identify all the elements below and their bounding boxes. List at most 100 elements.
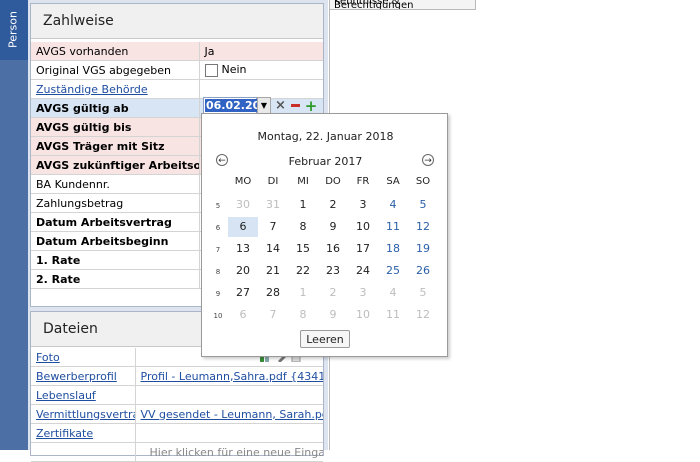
zahlweise-row-label: Datum Arbeitsvertrag	[31, 212, 200, 232]
calendar-day[interactable]: 5	[408, 195, 438, 215]
zahlweise-title: Zahlweise	[43, 13, 114, 29]
dateien-table: Foto Bewerberprofil Profil - Leumann,Sahra…	[31, 348, 323, 462]
calendar-day[interactable]: 13	[228, 239, 258, 259]
calendar-day[interactable]: 2	[318, 195, 348, 215]
calendar-day[interactable]: 3	[348, 195, 378, 215]
zahlweise-row-label: 1. Rate	[31, 250, 200, 270]
add-button[interactable]: +	[304, 96, 318, 115]
zahlweise-row-label[interactable]: Zuständige Behörde	[31, 79, 200, 99]
calendar-day[interactable]: 10	[348, 217, 378, 237]
calendar-day[interactable]: 24	[348, 261, 378, 281]
zahlweise-row-value[interactable]: Ja	[199, 42, 323, 61]
checkbox[interactable]	[204, 63, 218, 77]
calendar-day[interactable]: 6	[228, 305, 258, 325]
calendar-day[interactable]: 20	[228, 261, 258, 281]
calendar-day[interactable]: 17	[348, 239, 378, 259]
clear-date-button[interactable]: ×	[274, 97, 287, 114]
file-row[interactable]: Zertifikate	[31, 423, 323, 443]
calendar-day[interactable]: 2	[318, 283, 348, 303]
calendar-day[interactable]: 5	[408, 283, 438, 303]
calendar-day[interactable]: 4	[378, 195, 408, 215]
calendar-day[interactable]: 21	[258, 261, 288, 281]
file-row[interactable]: VermittlungsvertragVV gesendet - Leumann…	[31, 404, 323, 424]
calendar-day[interactable]: 1	[288, 283, 318, 303]
calendar-day[interactable]: 14	[258, 239, 288, 259]
calendar-day[interactable]: 9	[318, 305, 348, 325]
week-number: 9	[215, 290, 221, 298]
close-icon: ×	[275, 98, 286, 113]
file-row-value[interactable]	[135, 423, 323, 443]
zahlweise-row-label: AVGS gültig bis	[31, 117, 200, 137]
calendar-day[interactable]: 4	[378, 283, 408, 303]
sidebar	[0, 0, 28, 450]
calendar-day[interactable]: 7	[258, 305, 288, 325]
zahlweise-row-label: Datum Arbeitsbeginn	[31, 231, 200, 251]
zahlweise-row[interactable]: Original VGS abgegeben Nein	[31, 60, 323, 80]
calendar-day[interactable]: 15	[288, 239, 318, 259]
tab-kenntnisse-berechtigungen[interactable]: Kenntnisse & Berechtigungen	[329, 0, 476, 10]
zahlweise-row-label: AVGS Träger mit Sitz	[31, 136, 200, 156]
checkbox-label: Nein	[221, 63, 247, 77]
week-number: 8	[215, 268, 221, 276]
calendar-day[interactable]: 3	[348, 283, 378, 303]
calendar-day[interactable]: 11	[378, 217, 408, 237]
file-row-value[interactable]	[135, 385, 323, 405]
zahlweise-row-label: AVGS gültig ab	[31, 98, 200, 118]
calendar-day[interactable]: 22	[288, 261, 318, 281]
file-row-label[interactable]: Vermittlungsvertrag	[31, 404, 136, 424]
calendar-day[interactable]: 11	[378, 305, 408, 325]
zahlweise-row-label: 2. Rate	[31, 269, 200, 289]
calendar-day[interactable]: 25	[378, 261, 408, 281]
week-number: 7	[215, 246, 221, 254]
file-row-label[interactable]: Zertifikate	[31, 423, 136, 443]
calendar-day[interactable]: 28	[258, 283, 288, 303]
week-number: 10	[213, 312, 223, 320]
calendar-day[interactable]: 31	[258, 195, 288, 215]
file-row-label[interactable]	[31, 442, 136, 462]
file-row-value[interactable]: VV gesendet - Leumann, Sarah.pd...	[135, 404, 323, 424]
calendar-day[interactable]: 30	[228, 195, 258, 215]
zahlweise-row[interactable]: Zuständige Behörde	[31, 79, 323, 99]
calendar-day[interactable]: 18	[378, 239, 408, 259]
calendar-day[interactable]: 16	[318, 239, 348, 259]
file-row[interactable]: Bewerberprofil Profil - Leumann,Sahra.pdf…	[31, 366, 323, 386]
file-row[interactable]: Hier klicken für eine neue Eingabe	[31, 442, 323, 462]
calendar-day[interactable]: 8	[288, 217, 318, 237]
dateien-title: Dateien	[43, 321, 98, 337]
calendar-day[interactable]: 12	[408, 217, 438, 237]
file-row-label[interactable]: Bewerberprofil	[31, 366, 136, 386]
zahlweise-row[interactable]: AVGS vorhanden Ja	[31, 42, 323, 61]
calendar-day[interactable]: 7	[258, 217, 288, 237]
value-text: Ja	[204, 44, 215, 58]
calendar-day[interactable]: 26	[408, 261, 438, 281]
weekday-header: SO	[415, 176, 431, 187]
calendar-day[interactable]: 9	[318, 217, 348, 237]
calendar-day[interactable]: 23	[318, 261, 348, 281]
minus-icon	[291, 104, 300, 107]
zahlweise-row-label: Zahlungsbetrag	[31, 193, 200, 213]
calendar-day[interactable]: 6	[228, 217, 258, 237]
file-row-value[interactable]: Hier klicken für eine neue Eingabe	[135, 442, 323, 462]
weekday-header: DI	[267, 176, 279, 187]
file-row-value[interactable]: Profil - Leumann,Sahra.pdf {43418}	[135, 366, 323, 386]
calendar-day[interactable]: 12	[408, 305, 438, 325]
remove-button[interactable]	[289, 97, 302, 114]
calendar-today-label[interactable]: Montag, 22. Januar 2018	[202, 130, 449, 143]
calendar-dropdown-button[interactable]: ▼	[257, 97, 271, 114]
calendar-day[interactable]: 8	[288, 305, 318, 325]
next-month-button[interactable]: →	[422, 154, 434, 166]
file-row-label[interactable]: Lebenslauf	[31, 385, 136, 405]
calendar-day[interactable]: 19	[408, 239, 438, 259]
file-row[interactable]: Lebenslauf	[31, 385, 323, 405]
weekday-header: FR	[356, 176, 370, 187]
date-input-avgs-gueltig-ab[interactable]: 06.02.20:	[203, 97, 266, 114]
zahlweise-row-value[interactable]: Nein	[199, 60, 323, 80]
calendar-day[interactable]: 10	[348, 305, 378, 325]
calendar-day[interactable]: 1	[288, 195, 318, 215]
zahlweise-row-label: BA Kundennr.	[31, 174, 200, 194]
calendar-clear-button[interactable]: Leeren	[300, 330, 350, 348]
file-row-label[interactable]: Foto	[31, 348, 136, 367]
arrow-right-icon: →	[424, 156, 432, 166]
calendar-day[interactable]: 27	[228, 283, 258, 303]
plus-icon: +	[304, 96, 318, 115]
